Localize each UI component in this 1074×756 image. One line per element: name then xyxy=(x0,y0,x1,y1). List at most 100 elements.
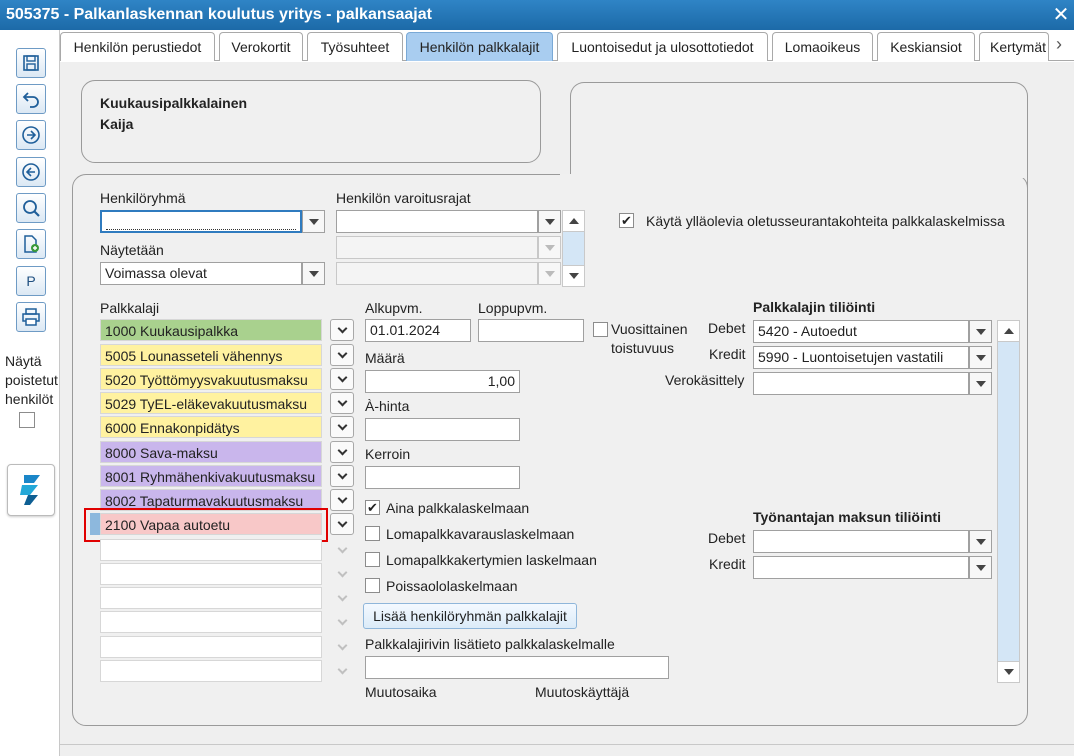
chevron-down-icon xyxy=(544,218,555,225)
scroll-down-button[interactable] xyxy=(997,661,1020,683)
naytetaan-select[interactable]: Voimassa olevat xyxy=(100,262,302,285)
list-item[interactable] xyxy=(100,611,322,633)
employer-tiliointi-title: Työnantajan maksun tiliöinti xyxy=(753,509,941,525)
list-item-dropdown[interactable] xyxy=(330,660,354,682)
scroll-up-button[interactable] xyxy=(562,210,585,232)
varoitusrajat-select-1[interactable] xyxy=(336,210,538,233)
list-item[interactable] xyxy=(100,636,322,658)
tab-perustiedot[interactable]: Henkilön perustiedot xyxy=(60,32,215,61)
save-icon xyxy=(23,55,39,71)
list-item-dropdown[interactable] xyxy=(330,489,354,511)
tiliointi-scrollbar[interactable] xyxy=(997,320,1020,683)
lisatieto-input[interactable] xyxy=(365,656,669,679)
show-deleted-checkbox[interactable] xyxy=(19,412,35,428)
list-item[interactable]: 5020 Työttömyysvakuutusmaksu xyxy=(100,368,322,390)
list-item[interactable] xyxy=(100,660,322,682)
poissaolo-checkbox[interactable] xyxy=(365,578,380,593)
list-item[interactable] xyxy=(100,587,322,609)
search-button[interactable] xyxy=(16,193,46,223)
chevron-down-icon xyxy=(337,445,347,455)
vuosittainen-checkbox[interactable] xyxy=(593,322,608,337)
scroll-up-button[interactable] xyxy=(997,320,1020,342)
list-item-dropdown[interactable] xyxy=(330,587,354,609)
list-item[interactable]: 6000 Ennakonpidätys xyxy=(100,416,322,438)
kerroin-input[interactable] xyxy=(365,466,520,489)
print-button[interactable] xyxy=(16,302,46,332)
default-tracking-checkbox[interactable]: ✔ xyxy=(619,213,634,228)
lomapalkkakertyma-checkbox[interactable] xyxy=(365,552,380,567)
chevron-down-icon xyxy=(337,640,347,650)
list-item-dropdown[interactable] xyxy=(330,636,354,658)
list-item-dropdown[interactable] xyxy=(330,563,354,585)
list-item[interactable]: 8000 Sava-maksu xyxy=(100,441,322,463)
list-item-dropdown[interactable] xyxy=(330,344,354,366)
list-item-dropdown[interactable] xyxy=(330,319,354,341)
list-item[interactable]: 8001 Ryhmähenkivakuutusmaksu xyxy=(100,465,322,487)
chevron-down-icon xyxy=(544,244,555,251)
p-button[interactable]: P xyxy=(16,266,46,296)
chevron-down-icon xyxy=(975,354,986,361)
save-button[interactable] xyxy=(16,48,46,78)
list-item[interactable]: 5029 TyEL-eläkevakuutusmaksu xyxy=(100,392,322,414)
add-group-wage-types-button[interactable]: Lisää henkilöryhmän palkkalajit xyxy=(363,603,577,629)
verokasittely-dropdown[interactable] xyxy=(969,372,992,395)
kerroin-label: Kerroin xyxy=(365,446,411,462)
tab-kertymat[interactable]: Kertymät xyxy=(979,32,1049,61)
alkupvm-input[interactable]: 01.01.2024 xyxy=(365,319,471,342)
list-item[interactable]: 1000 Kuukausipalkka xyxy=(100,319,322,341)
list-item-dropdown[interactable] xyxy=(330,611,354,633)
triangle-down-icon xyxy=(568,273,579,279)
chevron-down-icon xyxy=(975,328,986,335)
list-item-dropdown[interactable] xyxy=(330,416,354,438)
varoitusrajat-dropdown-1[interactable] xyxy=(538,210,561,233)
tab-verokortit[interactable]: Verokortit xyxy=(219,32,303,61)
close-icon[interactable]: ✕ xyxy=(1048,0,1074,30)
list-item-dropdown[interactable] xyxy=(330,392,354,414)
verokasittely-select[interactable] xyxy=(753,372,969,395)
triangle-up-icon xyxy=(568,218,579,224)
emp-kredit-dropdown[interactable] xyxy=(969,556,992,579)
chevron-down-icon xyxy=(337,420,347,430)
tab-keskiansiot[interactable]: Keskiansiot xyxy=(877,32,975,61)
logo-icon xyxy=(20,475,40,505)
scroll-down-button[interactable] xyxy=(562,265,585,287)
alkupvm-label: Alkupvm. xyxy=(365,300,423,316)
lomapalkkavaraus-checkbox[interactable] xyxy=(365,526,380,541)
list-item[interactable] xyxy=(100,539,322,561)
tab-palkkalajit[interactable]: Henkilön palkkalajit xyxy=(406,32,553,61)
previous-button[interactable] xyxy=(16,157,46,187)
emp-debet-dropdown[interactable] xyxy=(969,530,992,553)
chevron-down-icon xyxy=(308,218,319,225)
debet-dropdown[interactable] xyxy=(969,320,992,343)
list-item-dropdown[interactable] xyxy=(330,465,354,487)
emp-kredit-select[interactable] xyxy=(753,556,969,579)
tab-tyosuhteet[interactable]: Työsuhteet xyxy=(307,32,403,61)
henkiloryhma-dropdown[interactable] xyxy=(302,210,325,233)
list-item-dropdown[interactable] xyxy=(330,539,354,561)
list-item-dropdown[interactable] xyxy=(330,441,354,463)
muutoskayttaja-label: Muutoskäyttäjä xyxy=(535,684,630,700)
list-item[interactable] xyxy=(100,563,322,585)
selection-highlight xyxy=(84,508,328,542)
chevron-right-icon[interactable]: › xyxy=(1056,34,1062,55)
list-item[interactable]: 5005 Lounasseteli vähennys xyxy=(100,344,322,366)
naytetaan-dropdown[interactable] xyxy=(302,262,325,285)
tab-lomaoikeus[interactable]: Lomaoikeus xyxy=(772,32,873,61)
aina-checkbox[interactable]: ✔ xyxy=(365,500,380,515)
maara-input[interactable]: 1,00 xyxy=(365,370,520,393)
app-logo[interactable] xyxy=(7,464,55,516)
varoitusrajat-select-3 xyxy=(336,262,538,285)
debet-select[interactable]: 5420 - Autoedut xyxy=(753,320,969,343)
loppupvm-input[interactable] xyxy=(478,319,584,342)
next-button[interactable] xyxy=(16,120,46,150)
kredit-select[interactable]: 5990 - Luontoisetujen vastatili xyxy=(753,346,969,369)
list-item-dropdown[interactable] xyxy=(330,368,354,390)
tab-luontoisedut[interactable]: Luontoisedut ja ulosottotiedot xyxy=(557,32,768,61)
new-document-button[interactable] xyxy=(16,229,46,259)
emp-debet-select[interactable] xyxy=(753,530,969,553)
vuosittainen-label: Vuosittainen toistuvuus xyxy=(611,321,688,356)
undo-button[interactable] xyxy=(16,84,46,114)
kredit-dropdown[interactable] xyxy=(969,346,992,369)
list-item-dropdown[interactable] xyxy=(330,513,354,535)
ahinta-input[interactable] xyxy=(365,418,520,441)
